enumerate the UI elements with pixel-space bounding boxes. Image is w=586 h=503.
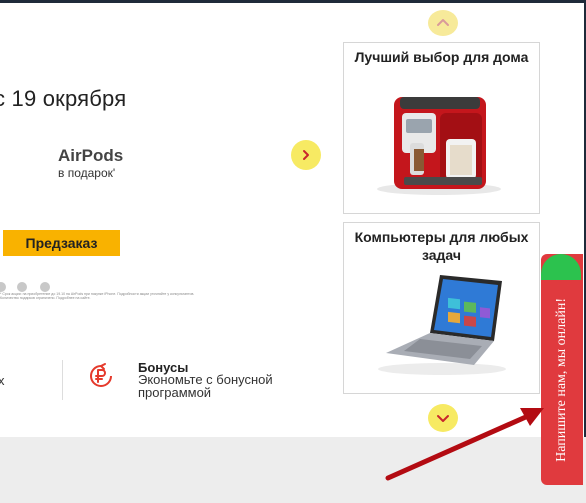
banner-fine-print: * Срок акции: на приобретение до 19.10 н… [0, 292, 195, 300]
laptop-image [378, 275, 506, 375]
top-border [0, 0, 586, 3]
bonus-ruble-icon [90, 363, 112, 387]
online-status-indicator [541, 254, 581, 280]
slider-dot[interactable] [17, 282, 27, 292]
slider-dot[interactable] [40, 282, 50, 292]
chevron-down-icon [437, 415, 449, 422]
preorder-button[interactable]: Предзаказ [3, 230, 120, 256]
chat-label: Напишите нам, мы онлайн! [554, 298, 569, 462]
promo-card-computers[interactable]: Компьютеры для любых задач [343, 222, 540, 394]
benefit-partial-text: х [0, 373, 5, 388]
slider-next-button[interactable] [291, 140, 321, 170]
scroll-down-button[interactable] [428, 404, 458, 432]
scroll-up-button[interactable] [428, 10, 458, 36]
banner-title: с 19 окрября [0, 86, 127, 111]
online-chat-tab[interactable]: Напишите нам, мы онлайн! [541, 254, 583, 485]
airpods-title: AirPods [58, 146, 124, 165]
slider-dot[interactable] [0, 282, 6, 292]
footer-area [0, 437, 586, 503]
coffee-machine-image [377, 97, 501, 195]
airpods-subtitle: в подарок' [58, 166, 116, 180]
bonus-description: Экономьте с бонусной программой [138, 372, 273, 400]
chevron-right-icon [303, 150, 309, 160]
promo-card-home[interactable]: Лучший выбор для дома [343, 42, 540, 214]
chat-label-wrap: Напишите нам, мы онлайн! [543, 280, 581, 480]
chevron-up-icon [437, 19, 449, 26]
benefit-divider [62, 360, 63, 400]
